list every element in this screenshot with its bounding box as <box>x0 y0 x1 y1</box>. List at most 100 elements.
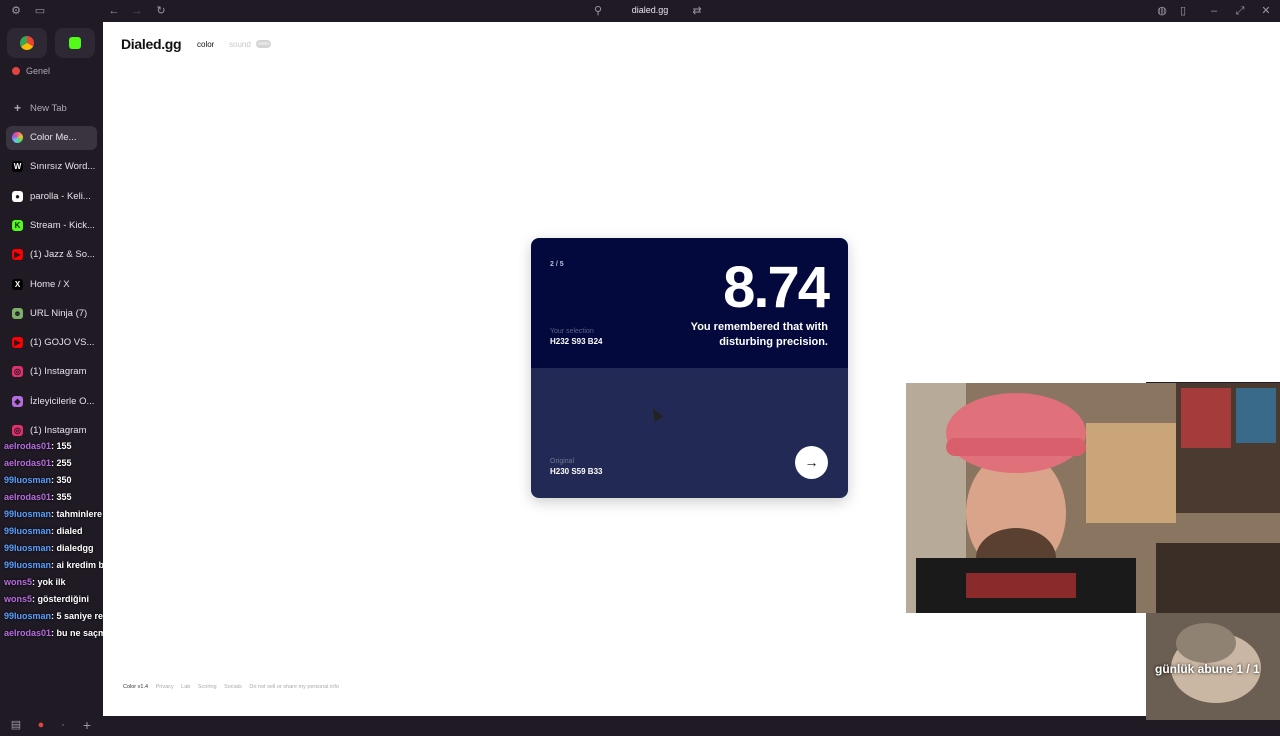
footer-link-scoring[interactable]: Scoring <box>198 684 217 690</box>
tab-label: (1) GOJO VS... <box>30 337 95 349</box>
tab-label: Sınırsız Word... <box>30 161 96 173</box>
chat-username: 99luosman <box>4 475 52 485</box>
site-logo[interactable]: Dialed.gg <box>121 36 182 52</box>
chat-text: : dialed <box>51 526 83 536</box>
maximize-icon[interactable]: ⤢ <box>1233 4 1247 18</box>
instagram-icon: ◎ <box>12 425 23 436</box>
chat-text: : 355 <box>51 492 72 502</box>
selection-swatch: 2 / 5 8.74 You remembered that with dist… <box>531 238 848 368</box>
chat-username: aelrodas01 <box>4 458 52 468</box>
selection-label: Your selection <box>550 328 594 335</box>
swap-icon[interactable]: ⇄ <box>690 4 704 18</box>
pinned-tab-kick[interactable] <box>55 28 95 58</box>
sidebar-tab[interactable]: ◆ İzleyicilerle O... <box>6 390 97 414</box>
split-view-icon[interactable]: ▯ <box>1176 4 1190 18</box>
sidebar-tab[interactable]: ◎ (1) Instagram <box>6 360 97 384</box>
close-icon[interactable]: ✕ <box>1259 4 1273 18</box>
original-value: H230 S59 B33 <box>550 467 603 476</box>
color-wheel-icon <box>12 132 23 143</box>
ninja-icon: ☻ <box>12 307 23 319</box>
chat-username: 99luosman <box>4 543 52 553</box>
back-arrow-icon[interactable]: ← <box>107 4 121 18</box>
add-space-icon[interactable]: + <box>80 718 94 732</box>
nav-color-link[interactable]: color <box>197 40 214 49</box>
version-label: Color v1.4 <box>123 684 149 690</box>
sidebar-tab[interactable]: X Home / X <box>6 273 97 297</box>
chat-text: : 350 <box>51 475 72 485</box>
minimize-icon[interactable]: – <box>1207 4 1221 18</box>
result-card: 2 / 5 8.74 You remembered that with dist… <box>531 238 848 498</box>
chat-username: 99luosman <box>4 509 52 519</box>
youtube-icon: ▶ <box>12 249 23 261</box>
tab-label: parolla - Keli... <box>30 190 91 202</box>
pinned-tab-chrome[interactable] <box>7 28 47 58</box>
tab-label: Stream - Kick... <box>30 219 95 231</box>
reload-icon[interactable]: ↻ <box>154 4 168 18</box>
round-counter: 2 / 5 <box>550 261 564 268</box>
kick-icon: K <box>12 219 23 231</box>
kick-icon <box>69 37 81 49</box>
sidebar-tab[interactable]: W Sınırsız Word... <box>6 155 97 179</box>
footer-link-privacy-choices[interactable]: Do not sell or share my personal info <box>249 684 339 690</box>
chat-text: : gösterdiğini <box>32 594 90 604</box>
parolla-icon: ● <box>12 190 23 202</box>
footer-link-socials[interactable]: Socials <box>224 684 242 690</box>
archive-icon[interactable]: ▤ <box>9 718 23 732</box>
chat-text: : yok ilk <box>32 577 66 587</box>
soon-badge: soon <box>256 40 271 48</box>
w-logo-icon: W <box>12 161 23 173</box>
selection-value: H232 S93 B24 <box>550 337 603 346</box>
streamer-webcam-image <box>906 383 1280 613</box>
link-icon[interactable]: ⚲ <box>591 4 605 18</box>
sidebar-toggle-icon[interactable]: ▭ <box>33 4 47 18</box>
new-tab-button[interactable]: + New Tab <box>6 97 97 121</box>
plus-icon: + <box>13 101 21 115</box>
next-round-button[interactable]: → <box>795 446 828 479</box>
original-swatch: Original H230 S59 B33 → <box>531 368 848 498</box>
dot-icon[interactable]: · <box>56 718 70 732</box>
nav-sound-link[interactable]: sound <box>229 40 251 49</box>
chat-username: aelrodas01 <box>4 628 52 638</box>
footer-link-privacy[interactable]: Privacy <box>156 684 174 690</box>
site-footer: Color v1.4 Privacy Lab Scoring Socials D… <box>123 684 345 690</box>
original-label: Original <box>550 458 575 465</box>
address-bar[interactable]: dialed.gg <box>620 5 680 15</box>
score-value: 8.74 <box>723 255 830 320</box>
footer-link-lab[interactable]: Lab <box>181 684 190 690</box>
space-dot-icon <box>12 67 20 75</box>
sidebar-tab[interactable]: ● parolla - Keli... <box>6 185 97 209</box>
tab-label: URL Ninja (7) <box>30 307 88 319</box>
sidebar-tab[interactable]: ▶ (1) GOJO VS... <box>6 331 97 355</box>
chat-username: wons5 <box>4 577 33 587</box>
sidebar-tab[interactable]: K Stream - Kick... <box>6 214 97 238</box>
youtube-icon: ▶ <box>12 337 23 349</box>
tab-label: Color Me... <box>30 132 77 143</box>
browser-toolbar: ⚙ ▭ ← → ↻ ⚲ dialed.gg ⇄ ◍ ▯ – ⤢ ✕ <box>0 0 1280 22</box>
chat-text: : dialedgg <box>51 543 94 553</box>
web-page-right-edge <box>1146 22 1280 382</box>
forward-arrow-icon[interactable]: → <box>130 4 144 18</box>
chat-text: : 255 <box>51 458 72 468</box>
chat-text: : 155 <box>51 441 72 451</box>
chat-username: 99luosman <box>4 611 52 621</box>
webcam-overlay <box>906 383 1280 613</box>
chat-username: 99luosman <box>4 560 52 570</box>
chat-username: 99luosman <box>4 526 52 536</box>
arrow-right-icon: → <box>804 454 819 470</box>
sidebar-tab[interactable]: ☻ URL Ninja (7) <box>6 302 97 326</box>
settings-icon[interactable]: ⚙ <box>9 4 23 18</box>
tab-label: (1) Instagram <box>30 366 87 378</box>
sidebar-footer: ▤ ● · + <box>0 714 103 736</box>
tab-label: (1) Jazz & So... <box>30 249 95 261</box>
subscriber-goal-text: günlük abune 1 / 1 <box>1155 662 1260 676</box>
tab-label: (1) Instagram <box>30 425 87 436</box>
x-icon: X <box>12 278 23 290</box>
space-switcher-icon[interactable]: ● <box>34 718 48 732</box>
sidebar-tab[interactable]: ▶ (1) Jazz & So... <box>6 243 97 267</box>
space-label[interactable]: Genel <box>12 66 50 76</box>
sidebar-tab[interactable]: Color Me... <box>6 126 97 150</box>
globe-icon[interactable]: ◍ <box>1155 4 1169 18</box>
chat-username: aelrodas01 <box>4 492 52 502</box>
tab-label: İzleyicilerle O... <box>30 395 95 407</box>
chat-username: aelrodas01 <box>4 441 52 451</box>
